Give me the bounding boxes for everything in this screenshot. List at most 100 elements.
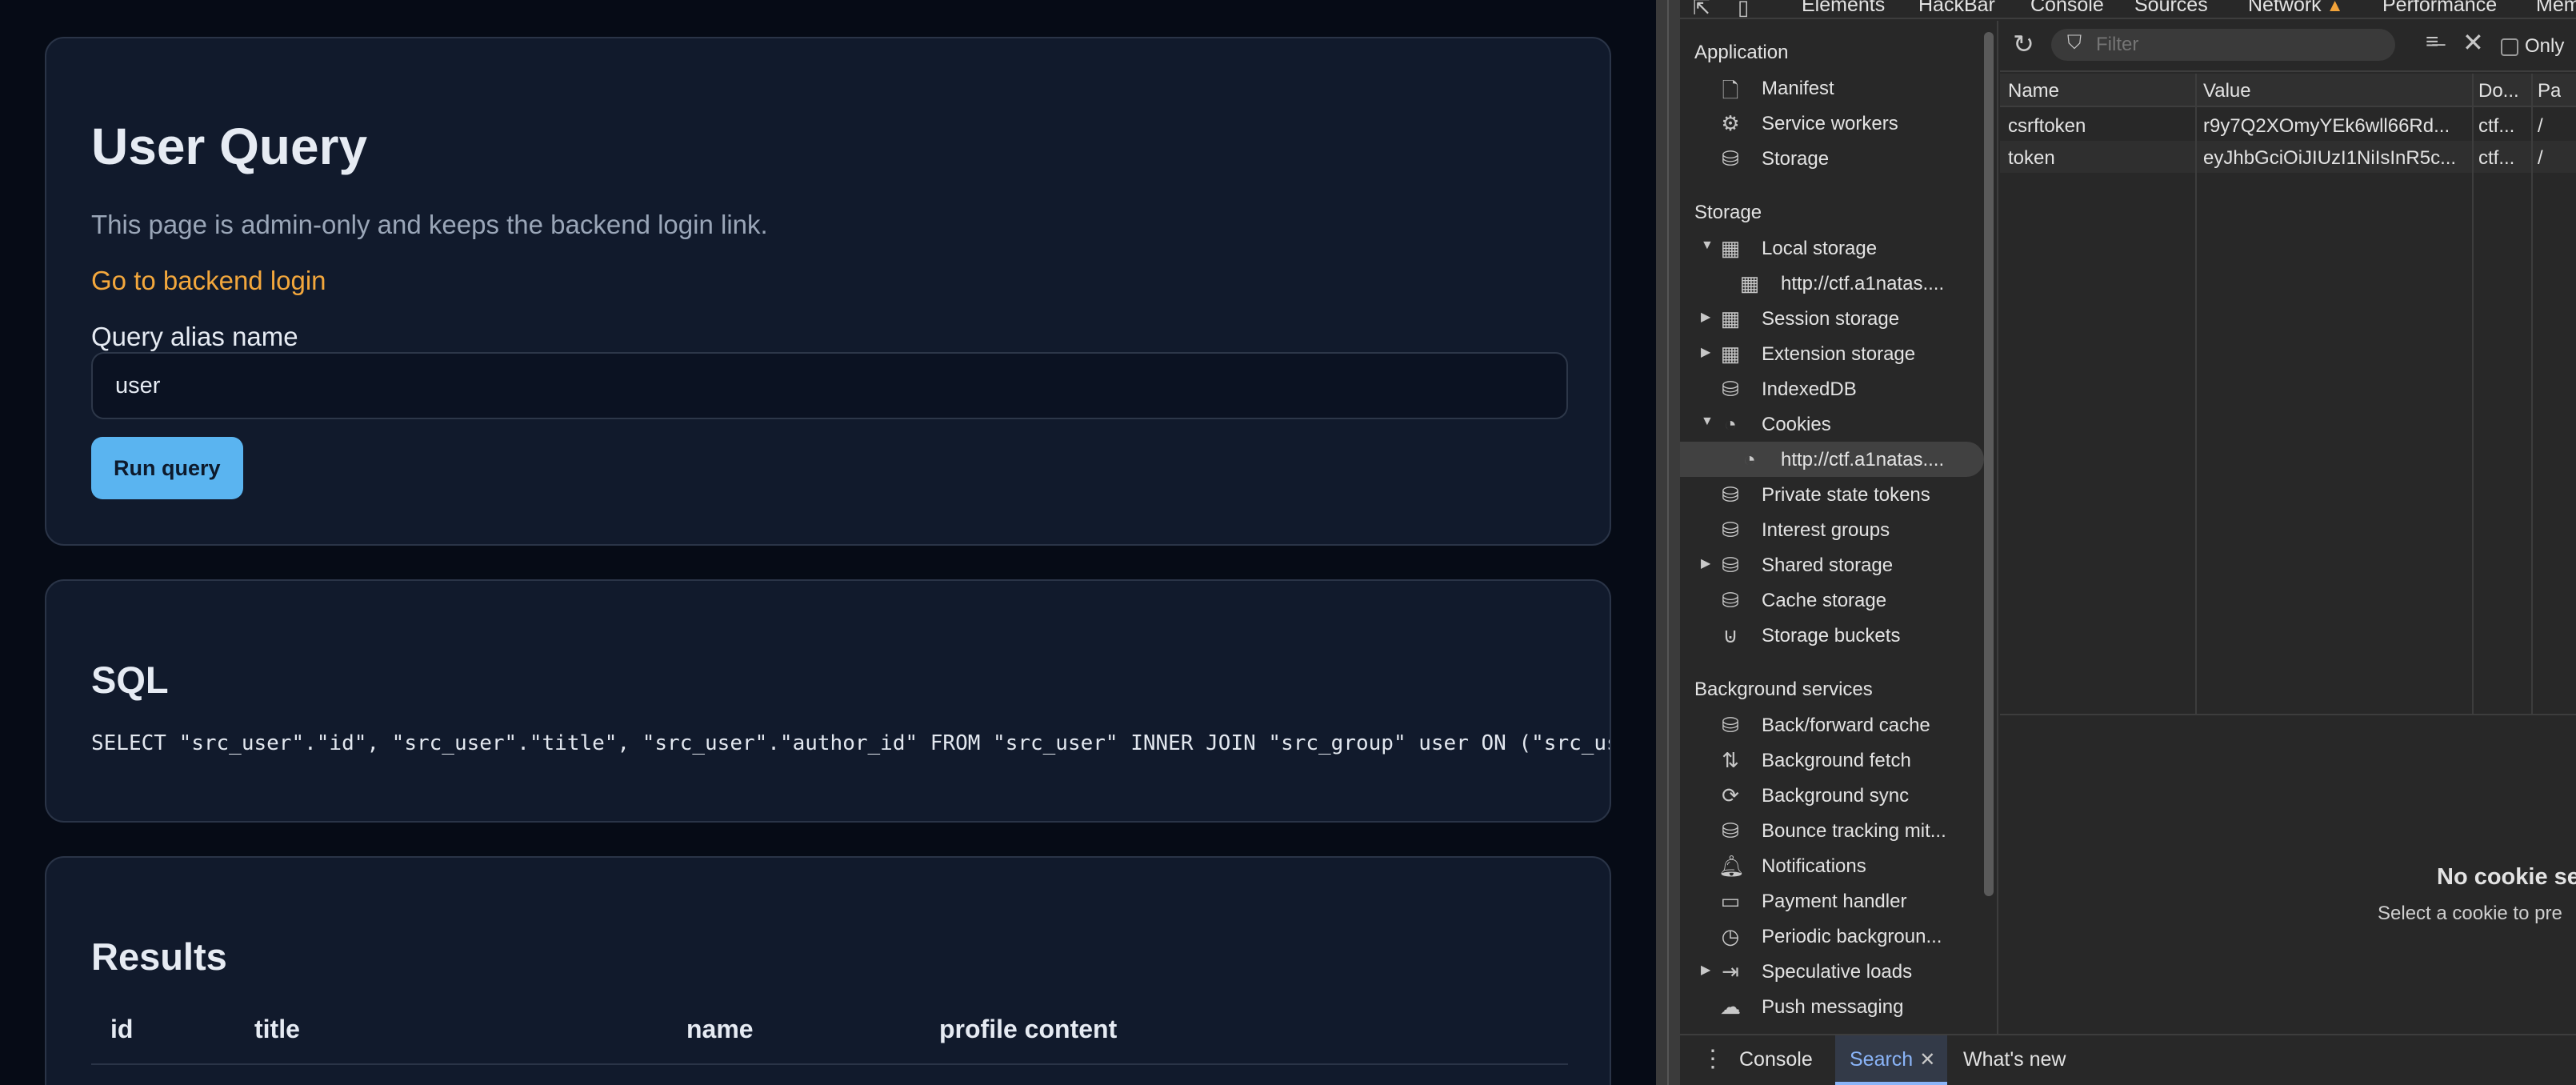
table-icon: ▦: [1739, 271, 1760, 295]
table-icon: ▦: [1720, 236, 1741, 260]
collapsed-arrow-icon[interactable]: ▶: [1701, 555, 1710, 571]
cookie-domain: ctf...: [2478, 147, 2515, 169]
sidebar-item-label: Background fetch: [1762, 750, 1911, 771]
cookies-filter-bar: ↻ ⛉ ≡̶ ✕ Only: [2000, 21, 2576, 72]
sidebar-item-indexeddb[interactable]: ⛁ IndexedDB: [1680, 371, 1984, 406]
inspect-element-icon[interactable]: ⇱: [1693, 0, 1710, 20]
refresh-icon[interactable]: ↻: [2013, 29, 2034, 59]
filter-icon: ⛉: [2067, 32, 2082, 54]
page-title: User Query: [91, 118, 368, 175]
database-icon: ⛁: [1722, 146, 1739, 170]
run-query-button[interactable]: Run query: [91, 437, 243, 499]
col-value[interactable]: Value: [2203, 80, 2251, 102]
column-divider[interactable]: [2531, 74, 2533, 715]
sidebar-item-local-storage[interactable]: ▼ ▦ Local storage: [1680, 230, 1984, 266]
sidebar-item-storage-buckets[interactable]: ⊍ Storage buckets: [1680, 618, 1984, 653]
sidebar-item-bounce-tracking[interactable]: ⛁ Bounce tracking mit...: [1680, 813, 1984, 848]
sidebar-item-cookies-origin[interactable]: ◔ http://ctf.a1natas....: [1680, 442, 1984, 477]
clear-all-cookies-icon[interactable]: ≡̶: [2426, 29, 2438, 54]
credit-card-icon: ▭: [1720, 889, 1741, 913]
sidebar-item-manifest[interactable]: 🗋 Manifest: [1680, 70, 1984, 106]
drawer-tab-whats-new[interactable]: What's new: [1963, 1048, 2066, 1071]
delete-selected-icon[interactable]: ✕: [2462, 27, 2484, 58]
bell-icon: 🔔︎: [1718, 854, 1746, 878]
table-row[interactable]: token eyJhbGciOiJIUzI1NiIsInR5c... ctf..…: [2000, 141, 2576, 173]
sidebar-item-label: Service workers: [1762, 113, 1898, 134]
close-icon[interactable]: ✕: [1919, 1049, 1935, 1071]
device-toolbar-icon[interactable]: ▯: [1738, 0, 1749, 20]
drawer-tab-console[interactable]: Console: [1739, 1048, 1813, 1071]
sidebar-item-service-workers[interactable]: ⚙ Service workers: [1680, 106, 1984, 141]
cookie-icon: ◔: [1743, 447, 1756, 471]
sidebar-item-cache-storage[interactable]: ⛁ Cache storage: [1680, 583, 1984, 618]
tab-performance[interactable]: Performance: [2382, 0, 2497, 17]
tab-sources[interactable]: Sources: [2134, 0, 2208, 17]
sidebar-item-label: Session storage: [1762, 308, 1900, 330]
sidebar-item-label: http://ctf.a1natas....: [1781, 449, 1945, 470]
sidebar-item-extension-storage[interactable]: ▶ ▦ Extension storage: [1680, 336, 1984, 371]
cookie-name: csrftoken: [2008, 115, 2086, 137]
sql-statement: SELECT "src_user"."id", "src_user"."titl…: [91, 731, 1611, 755]
sidebar-item-local-storage-origin[interactable]: ▦ http://ctf.a1natas....: [1680, 266, 1984, 301]
devtools-panel: ⇱ ▯ Elements HackBar Console Sources Net…: [1680, 0, 2576, 1085]
sidebar-scrollbar[interactable]: [1984, 32, 1994, 896]
tab-memory[interactable]: Mem: [2536, 0, 2576, 17]
results-header-row: id title name profile content: [91, 1015, 1568, 1065]
sidebar-item-storage[interactable]: ⛁ Storage: [1680, 141, 1984, 176]
col-path[interactable]: Pa: [2538, 80, 2561, 102]
expanded-arrow-icon[interactable]: ▼: [1701, 238, 1714, 253]
sidebar-item-label: Bounce tracking mit...: [1762, 820, 1946, 842]
sidebar-item-notifications[interactable]: 🔔︎ Notifications: [1680, 848, 1984, 883]
col-domain[interactable]: Do...: [2478, 80, 2526, 102]
sidebar-item-label: Notifications: [1762, 855, 1866, 877]
sidebar-item-private-state-tokens[interactable]: ⛁ Private state tokens: [1680, 477, 1984, 512]
results-col-title: title: [235, 1015, 667, 1065]
sidebar-item-cookies[interactable]: ▼ ◔ Cookies: [1680, 406, 1984, 442]
cookie-preview-pane: No cookie sel Select a cookie to pre: [2000, 717, 2576, 1034]
database-icon: ⛁: [1722, 518, 1739, 542]
database-icon: ⛁: [1722, 482, 1739, 506]
tab-network[interactable]: Network ▲: [2248, 0, 2343, 17]
results-table: id title name profile content: [91, 1015, 1568, 1065]
tab-hackbar[interactable]: HackBar: [1918, 0, 1995, 17]
sidebar-item-push-messaging[interactable]: ☁ Push messaging: [1680, 989, 1984, 1024]
sidebar-item-bfcache[interactable]: ⛁ Back/forward cache: [1680, 707, 1984, 743]
sidebar-item-periodic-background-sync[interactable]: ◷ Periodic backgroun...: [1680, 919, 1984, 954]
sidebar-item-label: Manifest: [1762, 78, 1834, 99]
col-name[interactable]: Name: [2008, 80, 2059, 102]
database-icon: ⛁: [1722, 588, 1739, 612]
cookie-filter-input[interactable]: [2051, 29, 2395, 61]
sidebar-item-session-storage[interactable]: ▶ ▦ Session storage: [1680, 301, 1984, 336]
tab-elements[interactable]: Elements: [1802, 0, 1885, 17]
sidebar-item-label: Cookies: [1762, 414, 1831, 435]
sidebar-item-interest-groups[interactable]: ⛁ Interest groups: [1680, 512, 1984, 547]
sidebar-item-speculative-loads[interactable]: ▶ ⇥ Speculative loads: [1680, 954, 1984, 989]
more-options-icon[interactable]: ⋮: [1701, 1045, 1725, 1073]
sql-card: SQL SELECT "src_user"."id", "src_user"."…: [45, 579, 1611, 823]
no-cookie-selected-title: No cookie sel: [2437, 864, 2576, 890]
table-icon: ▦: [1720, 342, 1741, 366]
web-page: User Query This page is admin-only and k…: [0, 0, 1656, 1085]
collapsed-arrow-icon[interactable]: ▶: [1701, 344, 1710, 360]
collapsed-arrow-icon[interactable]: ▶: [1701, 962, 1710, 978]
query-alias-input[interactable]: [91, 352, 1568, 419]
storage-section-header: Storage: [1694, 202, 1762, 223]
sidebar-item-label: Local storage: [1762, 238, 1878, 259]
arrow-to-line-icon: ⇥: [1722, 959, 1739, 983]
table-row[interactable]: csrftoken r9y7Q2XOmyYEk6wll66Rd... ctf..…: [2000, 109, 2576, 141]
sidebar-item-shared-storage[interactable]: ▶ ⛁ Shared storage: [1680, 547, 1984, 583]
cookie-path: /: [2538, 115, 2543, 137]
clock-icon: ◷: [1721, 924, 1740, 948]
sidebar-item-payment-handler[interactable]: ▭ Payment handler: [1680, 883, 1984, 919]
column-divider[interactable]: [2195, 74, 2197, 715]
sidebar-item-background-fetch[interactable]: ⇅ Background fetch: [1680, 743, 1984, 778]
collapsed-arrow-icon[interactable]: ▶: [1701, 309, 1710, 325]
backend-login-link[interactable]: Go to backend login: [91, 266, 326, 296]
tab-console[interactable]: Console: [2030, 0, 2104, 17]
only-issues-checkbox[interactable]: [2501, 38, 2518, 56]
expanded-arrow-icon[interactable]: ▼: [1701, 414, 1714, 429]
drawer-tab-search[interactable]: Search ✕: [1850, 1048, 1935, 1071]
sidebar-item-background-sync[interactable]: ⟳ Background sync: [1680, 778, 1984, 813]
devtools-resize-handle[interactable]: [1656, 0, 1680, 1085]
column-divider[interactable]: [2472, 74, 2474, 715]
